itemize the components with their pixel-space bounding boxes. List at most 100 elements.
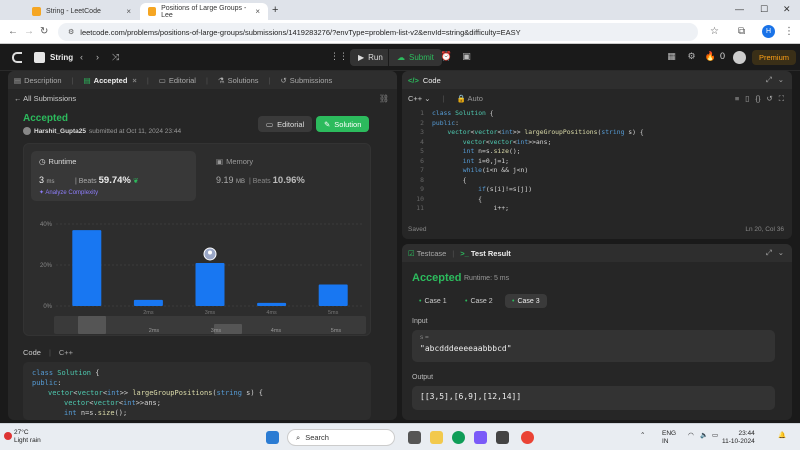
auto-mode[interactable]: 🔒 Auto bbox=[457, 94, 483, 103]
minimize-panel-icon[interactable]: ⌄ bbox=[778, 248, 784, 258]
volume-icon[interactable]: 🔈 bbox=[700, 431, 708, 439]
format-icon[interactable]: {} bbox=[755, 94, 760, 104]
runtime-card[interactable]: ◷ Runtime 3 ms | Beats 59.74% ❦ ✦ Analyz… bbox=[31, 151, 196, 201]
analyze-complexity-link[interactable]: ✦ Analyze Complexity bbox=[39, 189, 98, 196]
debug-icon[interactable]: ⋮⋮ bbox=[330, 51, 348, 64]
share-link-icon[interactable]: ⛓ bbox=[379, 94, 389, 103]
code-preview[interactable]: class Solution { public: vector<vector<i… bbox=[23, 362, 371, 420]
tab-solutions[interactable]: ⚗ Solutions bbox=[218, 76, 259, 85]
code-line: { bbox=[432, 194, 483, 203]
memory-unit: MB bbox=[236, 179, 246, 185]
chrome-icon[interactable] bbox=[521, 431, 534, 444]
leetcode-logo[interactable] bbox=[12, 52, 22, 63]
code-panel-header: </> Code ⤢ ⌄ bbox=[402, 71, 792, 89]
store-icon[interactable] bbox=[496, 431, 509, 444]
code-editor[interactable]: 1 class Solution {2 public: 3 vector<vector… bbox=[402, 109, 792, 219]
chart-bar[interactable] bbox=[72, 230, 102, 306]
battery-icon[interactable]: ▭ bbox=[712, 431, 718, 439]
clock[interactable]: 23:44 11-10-2024 bbox=[722, 430, 755, 446]
layout-icon[interactable]: ▦ bbox=[665, 51, 678, 64]
close-icon[interactable]: × bbox=[132, 76, 136, 85]
weather-icon[interactable] bbox=[4, 432, 12, 440]
chart-bar[interactable] bbox=[257, 302, 287, 306]
chart-bar[interactable] bbox=[195, 262, 225, 306]
code-line: i++; bbox=[432, 204, 509, 212]
case-2-button[interactable]: • Case 2 bbox=[458, 294, 500, 308]
extensions-icon[interactable]: ⧉ bbox=[738, 26, 745, 37]
fullscreen-icon[interactable]: ⛶ bbox=[779, 94, 784, 104]
close-window-icon[interactable]: ✕ bbox=[783, 4, 791, 15]
code-line: int n=s.size(); bbox=[64, 409, 128, 417]
output-box[interactable]: [[3,5],[6,9],[12,14]] bbox=[412, 386, 775, 410]
checkbox-icon: ☑ bbox=[408, 248, 415, 258]
input-key: s = bbox=[420, 334, 429, 341]
expand-icon[interactable]: ⤢ bbox=[766, 248, 772, 258]
forward-icon[interactable]: → bbox=[24, 26, 34, 37]
back-icon[interactable]: ← bbox=[8, 26, 18, 37]
teams-icon[interactable] bbox=[474, 431, 487, 444]
close-icon[interactable]: × bbox=[126, 7, 131, 16]
divider: | bbox=[48, 348, 51, 357]
case-1-button[interactable]: • Case 1 bbox=[412, 294, 454, 308]
profile-avatar[interactable]: H bbox=[762, 25, 775, 38]
chart-bar[interactable] bbox=[133, 299, 163, 306]
submit-button[interactable]: ☁ Submit bbox=[388, 49, 442, 66]
premium-button[interactable]: Premium bbox=[752, 50, 797, 65]
tab-test-result[interactable]: >_ Test Result bbox=[460, 249, 511, 258]
settings-icon[interactable]: ⚙ bbox=[685, 51, 698, 64]
notification-icon[interactable]: 🔔 bbox=[778, 431, 786, 439]
notes-icon[interactable]: ▣ bbox=[460, 51, 473, 64]
problem-list-title[interactable]: String bbox=[50, 53, 73, 62]
expand-icon[interactable]: ⤢ bbox=[766, 75, 772, 85]
reload-icon[interactable]: ↻ bbox=[40, 26, 48, 37]
user-avatar[interactable] bbox=[733, 51, 746, 64]
runtime-distribution-chart[interactable]: 40% 20% 0% 2ms 3ms 4ms 5ms 2ms 3ms 4ms 5ms bbox=[24, 204, 372, 336]
runtime-label-row: ◷ Runtime bbox=[39, 157, 76, 166]
file-explorer-icon[interactable] bbox=[430, 431, 443, 444]
solution-button[interactable]: ✎ Solution bbox=[316, 116, 370, 132]
next-problem-icon[interactable]: › bbox=[96, 52, 99, 62]
weather-widget[interactable]: 27°C Light rain bbox=[14, 429, 41, 445]
alarm-icon[interactable]: ⏰ bbox=[440, 51, 453, 64]
menu-dots-icon[interactable]: ⋮ bbox=[784, 26, 794, 37]
tray-overflow-icon[interactable]: ⌃ bbox=[640, 431, 645, 439]
new-tab-icon[interactable]: + bbox=[272, 4, 278, 16]
edge-browser-icon[interactable] bbox=[452, 431, 465, 444]
case-3-button[interactable]: • Case 3 bbox=[505, 294, 547, 308]
all-submissions-link[interactable]: ← All Submissions bbox=[14, 94, 76, 103]
maximize-icon[interactable]: ☐ bbox=[760, 4, 768, 15]
input-box[interactable]: s = "abcdddeeeeaabbbcd" bbox=[412, 330, 775, 362]
reset-icon[interactable]: ↺ bbox=[766, 94, 772, 104]
start-menu-icon[interactable] bbox=[266, 431, 279, 444]
memory-label-row[interactable]: ▣ Memory bbox=[216, 157, 253, 166]
language-select[interactable]: C++ ⌄ bbox=[408, 94, 431, 103]
shuffle-icon[interactable]: ⤨ bbox=[112, 52, 119, 63]
runtime-label: Runtime bbox=[48, 157, 77, 166]
minimize-panel-icon[interactable]: ⌄ bbox=[778, 75, 784, 85]
run-button[interactable]: ▶ Run bbox=[350, 49, 391, 66]
browser-tab-problem[interactable]: Positions of Large Groups - Lee × bbox=[140, 3, 268, 20]
taskbar-search[interactable]: ⌕ Search bbox=[287, 429, 395, 446]
url-input[interactable]: ⚙ leetcode.com/problems/positions-of-lar… bbox=[58, 23, 698, 41]
close-icon[interactable]: × bbox=[255, 7, 260, 16]
chart-bar[interactable] bbox=[318, 284, 348, 306]
language-indicator[interactable]: ENG IN bbox=[662, 430, 676, 446]
tab-description[interactable]: ▤ Description bbox=[14, 76, 62, 85]
prev-problem-icon[interactable]: ‹ bbox=[80, 52, 83, 62]
site-info-icon[interactable]: ⚙ bbox=[68, 28, 74, 36]
tab-testcase[interactable]: ☑ Testcase bbox=[408, 249, 446, 258]
minimize-icon[interactable]: — bbox=[735, 4, 744, 14]
tab-submissions[interactable]: ↺ Submissions bbox=[280, 76, 332, 85]
bookmark-icon[interactable]: ▯ bbox=[745, 94, 749, 104]
star-icon[interactable]: ☆ bbox=[710, 26, 719, 37]
temperature: 27°C bbox=[14, 429, 29, 436]
tab-editorial[interactable]: ▭ Editorial bbox=[159, 76, 196, 85]
wifi-icon[interactable]: ◠ bbox=[688, 431, 694, 439]
browser-tab-string[interactable]: String - LeetCode × bbox=[24, 3, 139, 20]
task-view-icon[interactable] bbox=[408, 431, 421, 444]
username[interactable]: Harshit_Gupta25 bbox=[34, 128, 86, 135]
code-language: C++ bbox=[58, 348, 74, 357]
editorial-button[interactable]: ▭ Editorial bbox=[258, 116, 313, 132]
notes-icon[interactable]: ≡ bbox=[735, 94, 739, 104]
tab-accepted[interactable]: ▤ Accepted × bbox=[84, 76, 137, 85]
